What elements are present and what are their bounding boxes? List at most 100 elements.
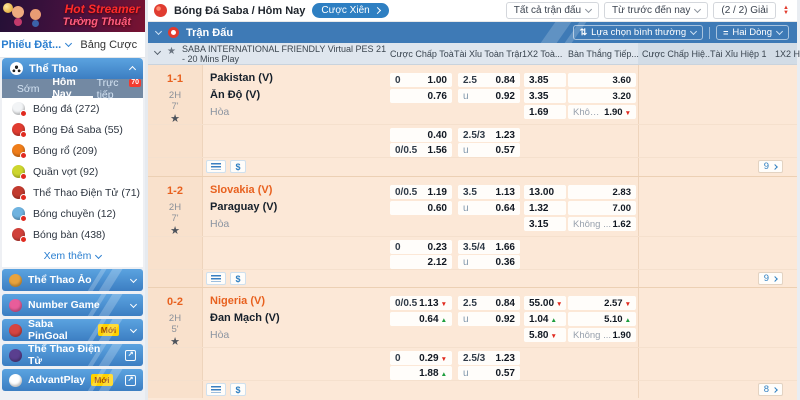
odds-cell[interactable]: u0.57 [458,143,520,157]
odds-line-label: 0/0.5 [395,187,417,198]
odds-cell[interactable]: Không ...1.62 [568,217,636,231]
odds-cell[interactable]: u0.92 [458,89,520,103]
match-period: 2H [148,90,202,101]
parlay-button[interactable]: Cược Xiên [312,3,388,18]
league-collapse-icon[interactable] [154,48,161,55]
odds-cell[interactable]: 0.76 [390,89,452,103]
odds-cell[interactable]: 2.83 [568,185,636,199]
section-virtual-sports[interactable]: Thể Thao Ảo [2,269,143,291]
tab-bet-slip[interactable]: Phiếu Đặt... [0,32,73,57]
odds-cell[interactable]: 3.85 [524,73,566,87]
odds-cell[interactable]: 0.64▲ [390,312,452,326]
odds-value: 0.57 [496,145,515,156]
bet-board-button[interactable] [206,160,226,173]
odds-cell[interactable]: u0.64 [458,201,520,215]
odds-cell[interactable]: 2.50.84 [458,296,520,310]
odds-cell[interactable]: 3.60 [568,73,636,87]
odds-cell[interactable]: u0.57 [458,366,520,380]
odds-cell[interactable]: Không ...1.90▼ [568,105,636,119]
sidebar-item-saba-soccer[interactable]: Bóng Đá Saba (55) [2,119,143,140]
match-favorite-star-icon[interactable]: ★ [148,224,202,237]
section-esports-headset[interactable]: Thể Thao Điện Tử↗ [2,344,143,366]
odds-value: 2.12 [428,257,447,268]
subtab-early[interactable]: Sớm [8,79,48,98]
cash-out-button[interactable]: $ [230,272,246,285]
more-bets-button[interactable]: 9 [758,272,783,285]
odds-cell[interactable]: 55.00▼ [524,296,566,310]
odds-cell[interactable]: 3.35 [524,89,566,103]
odds-cell[interactable]: 01.00 [390,73,452,87]
divider [638,65,639,176]
league-header[interactable]: ★ SABA INTERNATIONAL FRIENDLY Virtual PE… [148,43,797,65]
odds-cell[interactable]: 1.88▲ [390,366,452,380]
odds-cell[interactable]: 13.00 [524,185,566,199]
filter-all-matches[interactable]: Tất cả trận đấu [506,2,599,19]
odds-cell[interactable]: u0.92 [458,312,520,326]
league-count-button[interactable]: (2 / 2) Giải [713,2,776,19]
sidebar-item-volleyball[interactable]: Bóng chuyền (12) [2,203,143,224]
odds-cell[interactable]: 3.20 [568,89,636,103]
odds-cell[interactable]: 00.29▼ [390,351,452,365]
odds-cell[interactable]: 0/0.51.19 [390,185,452,199]
odds-value: 1.23 [496,130,515,141]
sidebar-item-basketball[interactable]: Bóng rổ (209) [2,140,143,161]
odds-cell[interactable]: 0.60 [390,201,452,215]
odds-value: 3.35 [529,91,548,102]
sidebar-item-esports[interactable]: Thể Thao Điện Tử (71) [2,182,143,203]
odds-cell[interactable]: 00.23 [390,240,452,254]
column-header: Bàn Thắng Tiếp... [568,43,642,65]
odds-cell[interactable]: 3.51.13 [458,185,520,199]
odds-cell[interactable]: 1.32 [524,201,566,215]
odds-up-icon: ▲ [441,371,447,378]
odds-down-icon: ▼ [441,301,447,308]
bet-board-button[interactable] [206,383,226,396]
odds-cell[interactable]: 5.10▲ [568,312,636,326]
odds-cell[interactable]: 1.04▲ [524,312,566,326]
odds-cell[interactable]: 2.12 [390,255,452,269]
odds-cell[interactable]: 0.40 [390,128,452,142]
home-team-name: Pakistan (V) [210,72,386,84]
collapse-chevron-icon[interactable] [155,28,162,35]
match-favorite-star-icon[interactable]: ★ [148,112,202,125]
section-advantplay[interactable]: AdvantPlayMới↗ [2,369,143,391]
odds-cell[interactable]: 7.00 [568,201,636,215]
match-favorite-star-icon[interactable]: ★ [148,335,202,348]
league-favorite-star-icon[interactable]: ★ [167,46,176,57]
bet-board-button[interactable] [206,272,226,285]
odds-up-icon: ▲ [550,317,556,324]
cash-out-button[interactable]: $ [230,160,246,173]
odds-cell[interactable]: 2.5/31.23 [458,128,520,142]
column-header: Tài Xỉu Toàn Trận [454,43,522,65]
odds-cell[interactable]: 2.5/31.23 [458,351,520,365]
odds-cell[interactable]: u0.36 [458,255,520,269]
sidebar-item-soccer[interactable]: Bóng đá (272) [2,98,143,119]
promo-banner[interactable]: Hot Streamer Tường Thuật [0,0,145,32]
section-number-game[interactable]: Number Game [2,294,143,316]
sidebar-item-table-tennis[interactable]: Bóng bàn (438) [2,224,143,245]
subtab-live[interactable]: Trực tiếp 70 [97,79,137,98]
more-bets-button[interactable]: 9 [758,160,783,173]
virtual-sports-icon [9,274,22,287]
odds-cell[interactable]: 0/0.51.13▼ [390,296,452,310]
odds-cell[interactable]: 1.69 [524,105,566,119]
cash-out-button[interactable]: $ [230,383,246,396]
odds-cell[interactable]: 3.5/41.66 [458,240,520,254]
selection-mode-dropdown[interactable]: ⇅ Lựa chọn bình thường [573,25,704,40]
show-more-link[interactable]: Xem thêm [2,245,143,267]
sidebar-item-tennis[interactable]: Quần vợt (92) [2,161,143,182]
section-pingoal[interactable]: Saba PinGoalMới [2,319,143,341]
line-mode-dropdown[interactable]: = Hai Dòng [716,25,789,40]
more-bets-button[interactable]: 8 [758,383,783,396]
odds-cell[interactable]: 3.15 [524,217,566,231]
subtab-today[interactable]: Hôm Nay [52,79,92,98]
odds-down-icon: ▼ [441,356,447,363]
odds-cell[interactable]: Không ...1.90 [568,328,636,342]
odds-cell[interactable]: 2.57▼ [568,296,636,310]
tab-bet-board[interactable]: Bảng Cược [73,32,146,57]
odds-cell[interactable]: 2.50.84 [458,73,520,87]
odds-cell[interactable]: 0/0.51.56 [390,143,452,157]
filter-time-range[interactable]: Từ trước đến nay [604,2,708,19]
odds-cell[interactable]: 5.80▼ [524,328,566,342]
sort-odds-icon[interactable]: ▲▼ [781,5,791,16]
chevron-down-icon [130,300,137,307]
